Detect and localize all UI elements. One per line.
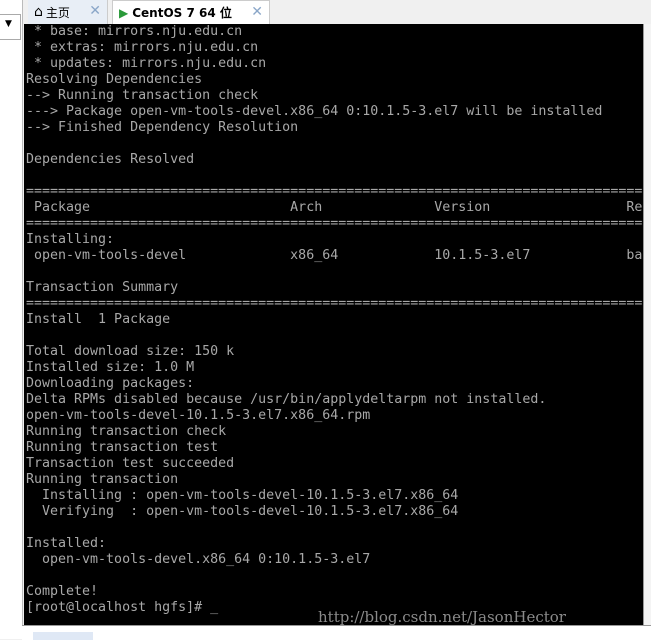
terminal-line: Delta RPMs disabled because /usr/bin/app… [26, 392, 547, 407]
terminal-line: Running transaction check [26, 424, 227, 439]
vm-icon: ▶ [119, 5, 129, 20]
terminal-line: Complete! [26, 584, 99, 599]
terminal-line: * updates: mirrors.nju.edu.cn [26, 56, 267, 71]
terminal-line: Verifying : open-vm-tools-devel-10.1.5-3… [26, 504, 459, 519]
left-panel: ▼ [0, 0, 23, 639]
terminal-line: * base: mirrors.nju.edu.cn [26, 24, 243, 39]
terminal-line: Installed: [26, 536, 107, 551]
terminal-line: Running transaction [26, 472, 179, 487]
terminal-line: Transaction test succeeded [26, 456, 235, 471]
terminal-line: Installing : open-vm-tools-devel-10.1.5-… [26, 488, 459, 503]
terminal-line: Running transaction test [26, 440, 219, 455]
terminal-line: Installed size: 1.0 M [26, 360, 195, 375]
status-bar [22, 625, 651, 640]
terminal-line: Resolving Dependencies [26, 72, 203, 87]
chevron-down-icon: ▼ [5, 19, 12, 29]
scrollbar[interactable] [643, 24, 651, 625]
terminal-line: Total download size: 150 k [26, 344, 235, 359]
watermark: http://blog.csdn.net/JasonHector [318, 608, 566, 626]
tab-home[interactable]: ⌂ 主页 ✕ [28, 0, 108, 24]
tab-label: CentOS 7 64 位 [132, 6, 232, 20]
home-icon: ⌂ [34, 4, 43, 20]
terminal-line: open-vm-tools-devel-10.1.5-3.el7.x86_64.… [26, 408, 371, 423]
terminal-line: Package Arch Version Re [26, 200, 643, 215]
terminal-line: Install 1 Package [26, 312, 171, 327]
terminal-line: Dependencies Resolved [26, 152, 195, 167]
close-icon[interactable]: ✕ [89, 3, 101, 19]
terminal-line: --> Finished Dependency Resolution [26, 120, 299, 135]
terminal-line: ---> Package open-vm-tools-devel.x86_64 … [26, 104, 603, 119]
terminal-line: Transaction Summary [26, 280, 179, 295]
terminal-line: ========================================… [26, 184, 643, 199]
terminal-line: Installing: [26, 232, 115, 247]
tab-bar: ⌂ 主页 ✕ ▶ CentOS 7 64 位 ✕ [24, 0, 651, 24]
terminal-line: [root@localhost hgfs]# _ [26, 600, 219, 615]
terminal-line: Downloading packages: [26, 376, 195, 391]
tab-label: 主页 [45, 5, 70, 20]
terminal-line: ========================================… [26, 296, 643, 311]
dropdown-button[interactable]: ▼ [0, 14, 21, 40]
close-icon[interactable]: ✕ [251, 4, 263, 20]
terminal-line: * extras: mirrors.nju.edu.cn [26, 40, 259, 55]
terminal-line: --> Running transaction check [26, 88, 259, 103]
terminal-line: open-vm-tools-devel.x86_64 0:10.1.5-3.el… [26, 552, 371, 567]
tab-centos[interactable]: ▶ CentOS 7 64 位 ✕ [112, 0, 270, 24]
terminal-console[interactable]: * base: mirrors.nju.edu.cn * extras: mir… [24, 24, 643, 625]
terminal-line: ========================================… [26, 216, 643, 231]
terminal-line: open-vm-tools-devel x86_64 10.1.5-3.el7 … [26, 248, 643, 263]
